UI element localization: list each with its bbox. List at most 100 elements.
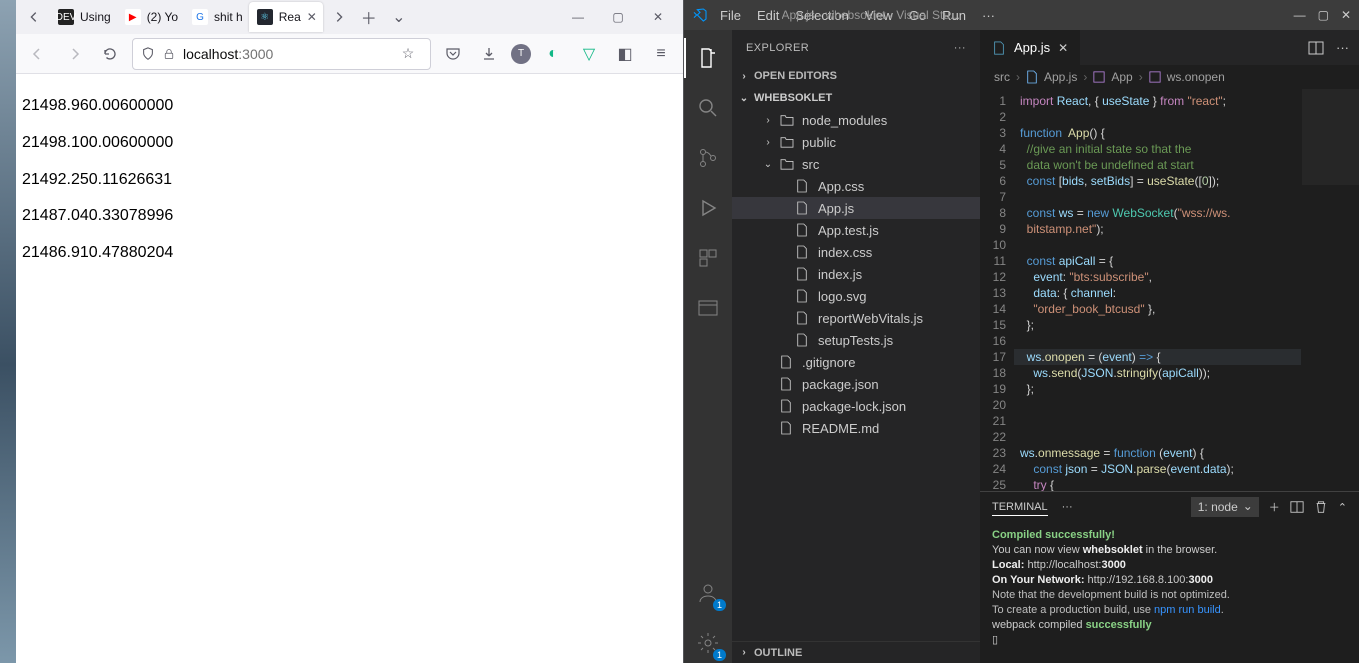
explorer-sidebar: EXPLORER ··· ›OPEN EDITORS ⌄WHEBSOKLET ›… [732,30,980,663]
window-maximize[interactable]: ▢ [1318,8,1329,22]
browser-toolbar: localhost:3000 ☆ T ◐ ▽ ◧ ≡ [0,34,683,74]
breadcrumb-item[interactable]: App.js [1044,70,1077,84]
breadcrumb-item[interactable]: src [994,70,1010,84]
close-tab-icon[interactable]: ✕ [1058,41,1068,55]
more-actions-icon[interactable]: ··· [1336,40,1349,55]
activity-search-icon[interactable] [684,88,732,128]
file-icon [780,377,796,391]
new-terminal-icon[interactable]: ＋ [1269,499,1280,515]
page-line: 21492.250.11626631 [22,162,677,199]
menu-item[interactable]: ··· [982,8,995,23]
activity-account-icon[interactable]: 1 [684,573,732,613]
file-node[interactable]: index.js [732,263,980,285]
pocket-icon[interactable] [439,40,467,68]
window-close[interactable]: ✕ [1341,8,1351,22]
terminal-line: To create a production build, use npm ru… [992,603,1347,618]
browser-tab[interactable]: DEVUsing [50,2,117,32]
tab-overflow-button[interactable]: ⌄ [385,3,413,31]
minimap[interactable] [1301,89,1359,491]
file-node[interactable]: logo.svg [732,285,980,307]
chevron-icon: ⌄ [762,159,774,170]
browser-tab[interactable]: Gshit h [184,2,249,32]
js-file-icon [992,40,1006,56]
close-tab-icon[interactable]: ✕ [307,10,317,24]
file-node[interactable]: package-lock.json [732,395,980,417]
window-minimize[interactable]: ― [1294,8,1306,22]
activity-debug-icon[interactable] [684,188,732,228]
tab-label: Using [80,10,111,24]
breadcrumb[interactable]: src ›App.js ›App ›ws.onopen [980,65,1359,89]
ext-icon-4[interactable]: ◧ [611,40,639,68]
split-editor-icon[interactable] [1308,40,1324,56]
folder-icon [780,114,796,126]
page-line: 21487.040.33078996 [22,198,677,235]
window-minimize[interactable]: ― [565,10,591,24]
code-editor[interactable]: import React, { useState } from "react";… [1014,89,1301,491]
activity-extensions-icon[interactable] [684,238,732,278]
folder-icon [780,158,796,170]
app-menu-icon[interactable]: ≡ [647,40,675,68]
ext-icon-2[interactable]: ◐ [539,40,567,68]
breadcrumb-item[interactable]: ws.onopen [1167,70,1225,84]
open-editors-section[interactable]: ›OPEN EDITORS [732,65,980,87]
forward-button[interactable] [60,40,88,68]
folder-node[interactable]: ⌄src [732,153,980,175]
vscode-window: FileEditSelectionViewGoRun··· App.js - w… [684,0,1359,663]
folder-node[interactable]: ›public [732,131,980,153]
node-label: setupTests.js [818,333,893,348]
breadcrumb-item[interactable]: App [1111,70,1132,84]
terminal-tab[interactable]: TERMINAL [992,499,1048,516]
browser-tab[interactable]: ▶(2) Yo [117,2,184,32]
file-icon [796,333,812,347]
menu-item[interactable]: Edit [757,8,779,23]
tab-scroll-left[interactable] [20,3,48,31]
activity-explorer-icon[interactable] [684,38,732,78]
activity-settings-icon[interactable]: 1 [684,623,732,663]
file-node[interactable]: setupTests.js [732,329,980,351]
folder-icon [780,136,796,148]
activity-output-icon[interactable] [684,288,732,328]
tab-label: Rea [279,10,301,24]
file-node[interactable]: README.md [732,417,980,439]
node-label: index.js [818,267,862,282]
os-sidebar [0,0,16,663]
ext-icon-1[interactable]: T [511,44,531,64]
terminal-line: ▯ [992,633,1347,648]
file-node[interactable]: App.css [732,175,980,197]
activity-scm-icon[interactable] [684,138,732,178]
browser-tab[interactable]: ⚛Rea✕ [249,2,323,32]
window-close[interactable]: ✕ [645,10,671,24]
bookmark-star-icon[interactable]: ☆ [394,40,422,68]
url-bar[interactable]: localhost:3000 ☆ [132,38,431,70]
editor-tab-appjs[interactable]: App.js ✕ [980,30,1081,65]
explorer-more-icon[interactable]: ··· [954,42,966,54]
file-node[interactable]: App.test.js [732,219,980,241]
node-label: App.test.js [818,223,879,238]
file-node[interactable]: .gitignore [732,351,980,373]
terminal-selector[interactable]: 1: node [1191,497,1259,517]
file-node[interactable]: index.css [732,241,980,263]
terminal-more-icon[interactable]: ··· [1062,501,1073,513]
vscode-logo-icon [692,7,708,23]
file-node[interactable]: package.json [732,373,980,395]
new-tab-button[interactable]: ＋ [355,3,383,31]
outline-section[interactable]: ›OUTLINE [732,641,980,663]
file-node[interactable]: App.js [732,197,980,219]
split-terminal-icon[interactable] [1290,500,1304,514]
folder-node[interactable]: ›node_modules [732,109,980,131]
reload-button[interactable] [96,40,124,68]
tab-scroll-right[interactable] [325,3,353,31]
file-icon [780,399,796,413]
file-node[interactable]: reportWebVitals.js [732,307,980,329]
ext-icon-3[interactable]: ▽ [575,40,603,68]
terminal-output[interactable]: Compiled successfully!You can now view w… [980,522,1359,663]
downloads-icon[interactable] [475,40,503,68]
menu-item[interactable]: File [720,8,741,23]
window-maximize[interactable]: ▢ [605,10,631,24]
back-button[interactable] [24,40,52,68]
maximize-panel-icon[interactable]: ⌃ [1338,501,1347,514]
project-section[interactable]: ⌄WHEBSOKLET [732,87,980,109]
kill-terminal-icon[interactable] [1314,500,1328,514]
breadcrumb-icon [1026,70,1038,84]
terminal-panel: TERMINAL ··· 1: node ＋ ⌃ Compiled succes… [980,491,1359,663]
